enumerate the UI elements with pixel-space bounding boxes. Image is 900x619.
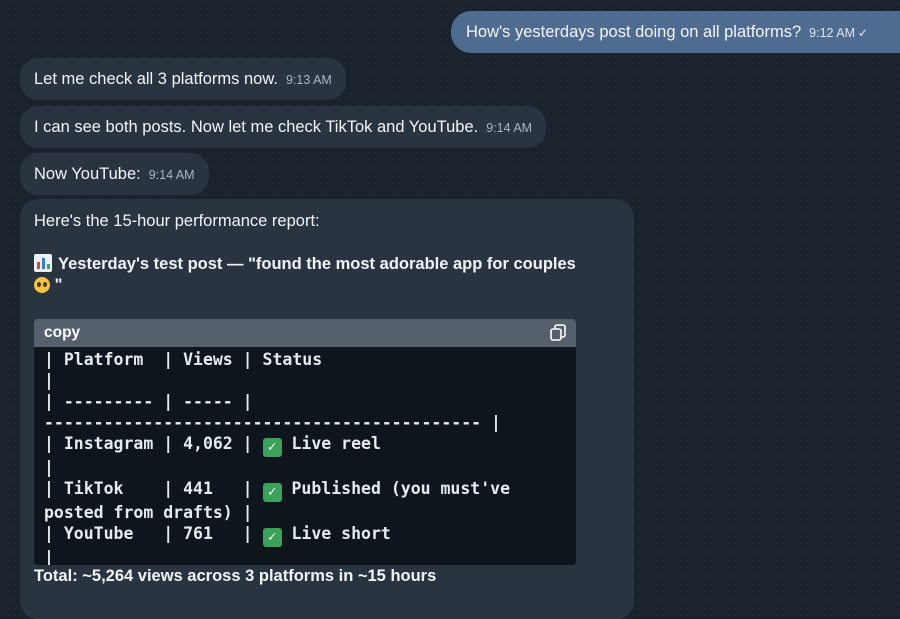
report-title: Yesterday's test post — "found the most …	[34, 254, 576, 274]
code-row-tiktok: | TikTok | 441 | ✓ Published (you must'v…	[44, 479, 511, 502]
report-intro: Here's the 15-hour performance report:	[34, 212, 320, 230]
message-time: 9:14 AM	[148, 168, 195, 182]
report-title-quote: "	[50, 276, 63, 294]
code-row-status: Live short	[291, 524, 391, 543]
code-row-text: | YouTube | 761 |	[44, 524, 263, 543]
copy-icon[interactable]	[548, 323, 568, 343]
pleading-face-icon	[34, 277, 50, 293]
code-line: | Platform | Views | Status	[44, 350, 323, 369]
code-header: copy	[34, 319, 576, 347]
outgoing-message-text: How's yesterdays post doing on all platf…	[466, 23, 802, 41]
report-total: Total: ~5,264 views across 3 platforms i…	[34, 567, 437, 585]
incoming-message[interactable]: I can see both posts. Now let me check T…	[20, 106, 547, 148]
code-block: copy | Platform | Views | Status | | ---…	[34, 319, 576, 565]
code-row-youtube: | YouTube | 761 | ✓ Live short	[44, 524, 391, 547]
code-row-text: | Instagram | 4,062 |	[44, 434, 263, 453]
code-language-label: copy	[44, 324, 81, 341]
code-line: |	[44, 371, 54, 390]
outgoing-message[interactable]: How's yesterdays post doing on all platf…	[451, 11, 900, 53]
incoming-message[interactable]: Let me check all 3 platforms now. 9:13 AM	[20, 58, 346, 100]
code-line: | --------- | ----- |	[44, 392, 253, 411]
code-table: | Platform | Views | Status | | --------…	[34, 349, 510, 565]
message-text: Let me check all 3 platforms now.	[34, 70, 278, 88]
report-message[interactable]: Here's the 15-hour performance report: Y…	[20, 199, 634, 619]
message-time: 9:12 AM	[809, 26, 856, 40]
check-mark-icon: ✓	[262, 528, 282, 547]
code-row-status: Published (you must've	[291, 479, 511, 498]
message-time: 9:13 AM	[285, 73, 332, 87]
code-line: |	[44, 458, 54, 477]
code-line: |	[44, 548, 54, 565]
check-mark-icon: ✓	[262, 438, 282, 457]
code-line: posted from drafts) |	[44, 503, 253, 522]
report-title-cont: "	[34, 276, 62, 295]
code-row-status: Live reel	[291, 434, 381, 453]
message-text: Now YouTube:	[34, 165, 141, 183]
bar-chart-icon	[34, 254, 52, 272]
message-text: I can see both posts. Now let me check T…	[34, 118, 479, 136]
report-title-text: Yesterday's test post — "found the most …	[58, 255, 576, 273]
message-time: 9:14 AM	[486, 121, 533, 135]
check-mark-icon: ✓	[262, 483, 282, 502]
code-row-instagram: | Instagram | 4,062 | ✓ Live reel	[44, 434, 381, 457]
code-line: ----------------------------------------…	[44, 413, 501, 432]
incoming-message[interactable]: Now YouTube: 9:14 AM	[20, 153, 209, 195]
read-check-icon: ✓	[858, 26, 869, 40]
code-row-text: | TikTok | 441 |	[44, 479, 263, 498]
